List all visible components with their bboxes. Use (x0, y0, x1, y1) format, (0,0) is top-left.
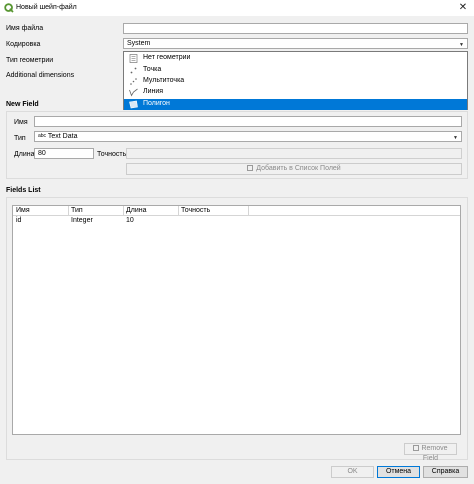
text-data-icon: abc (38, 133, 47, 139)
dropdown-item-label: Мультиточка (143, 77, 185, 84)
fields-list-title: Fields List (6, 187, 41, 194)
precision-label: Точность (97, 151, 127, 158)
dropdown-item-multipoint[interactable]: Мультиточка (124, 76, 467, 87)
dropdown-item-label: Нет геометрии (143, 54, 191, 61)
cancel-button[interactable]: Отмена (377, 466, 420, 478)
cell-length: 10 (126, 217, 134, 224)
title-bar: Новый шейп-файл ✕ (0, 0, 474, 16)
cell-name: id (16, 217, 22, 224)
point-icon (130, 67, 137, 74)
dropdown-item-label: Линия (143, 88, 164, 95)
precision-input[interactable] (126, 148, 462, 159)
chevron-down-icon: ▼ (459, 42, 464, 48)
add-to-fields-list-label: Добавить в Список Полей (256, 165, 341, 172)
geometry-type-label: Тип геометрии (6, 57, 54, 64)
column-header-precision[interactable]: Точность (181, 207, 210, 214)
add-field-icon (247, 165, 254, 171)
remove-field-button[interactable]: Remove Field (404, 443, 457, 462)
field-name-input[interactable] (34, 116, 462, 127)
dropdown-item-label: Полигон (143, 100, 170, 107)
column-header-name[interactable]: Имя (16, 207, 30, 214)
ok-button[interactable]: OK (331, 466, 374, 478)
filename-label: Имя файла (6, 25, 44, 32)
length-value: 80 (38, 150, 46, 157)
new-field-title: New Field (6, 101, 39, 108)
field-type-combo[interactable]: abc Text Data ▼ (34, 131, 462, 142)
column-divider (123, 206, 124, 216)
column-divider (68, 206, 69, 216)
fields-table-header: Имя Тип Длина Точность (13, 206, 460, 216)
encoding-combo[interactable]: System ▼ (123, 38, 468, 49)
geometry-type-dropdown: Нет геометрии Точка Мультиточка Линия По… (123, 51, 468, 110)
window-title: Новый шейп-файл (16, 4, 77, 11)
column-header-length[interactable]: Длина (126, 207, 147, 214)
fields-table[interactable]: Имя Тип Длина Точность id Integer 10 (12, 205, 461, 435)
chevron-down-icon: ▼ (453, 135, 458, 141)
filename-input[interactable] (123, 23, 468, 34)
qgis-logo-icon (4, 3, 14, 13)
encoding-value: System (127, 40, 151, 47)
add-to-fields-list-button[interactable]: Добавить в Список Полей (126, 163, 462, 175)
column-divider (248, 206, 249, 216)
length-label: Длина (14, 151, 35, 158)
multipoint-icon (130, 78, 137, 85)
dropdown-item-point[interactable]: Точка (124, 65, 467, 76)
close-icon[interactable]: ✕ (452, 0, 474, 16)
column-divider (178, 206, 179, 216)
cell-type: Integer (71, 217, 93, 224)
dropdown-item-polygon[interactable]: Полигон (124, 99, 467, 110)
dropdown-item-line[interactable]: Линия (124, 87, 467, 98)
line-icon (129, 88, 138, 97)
remove-field-icon (413, 445, 420, 451)
help-button[interactable]: Справка (423, 466, 468, 478)
additional-dimensions-label: Additional dimensions (6, 72, 75, 79)
field-name-label: Имя (14, 119, 28, 126)
column-header-type[interactable]: Тип (71, 207, 83, 214)
dropdown-item-no-geometry[interactable]: Нет геометрии (124, 53, 467, 64)
new-shapefile-dialog: Новый шейп-файл ✕ Имя файла Кодировка Sy… (0, 0, 474, 484)
field-type-value: Text Data (47, 133, 78, 140)
polygon-icon (129, 100, 138, 109)
field-type-label: Тип (14, 135, 26, 142)
no-geometry-icon (129, 54, 138, 63)
dropdown-item-label: Точка (143, 66, 162, 73)
length-input[interactable]: 80 (34, 148, 94, 159)
encoding-label: Кодировка (6, 41, 41, 48)
